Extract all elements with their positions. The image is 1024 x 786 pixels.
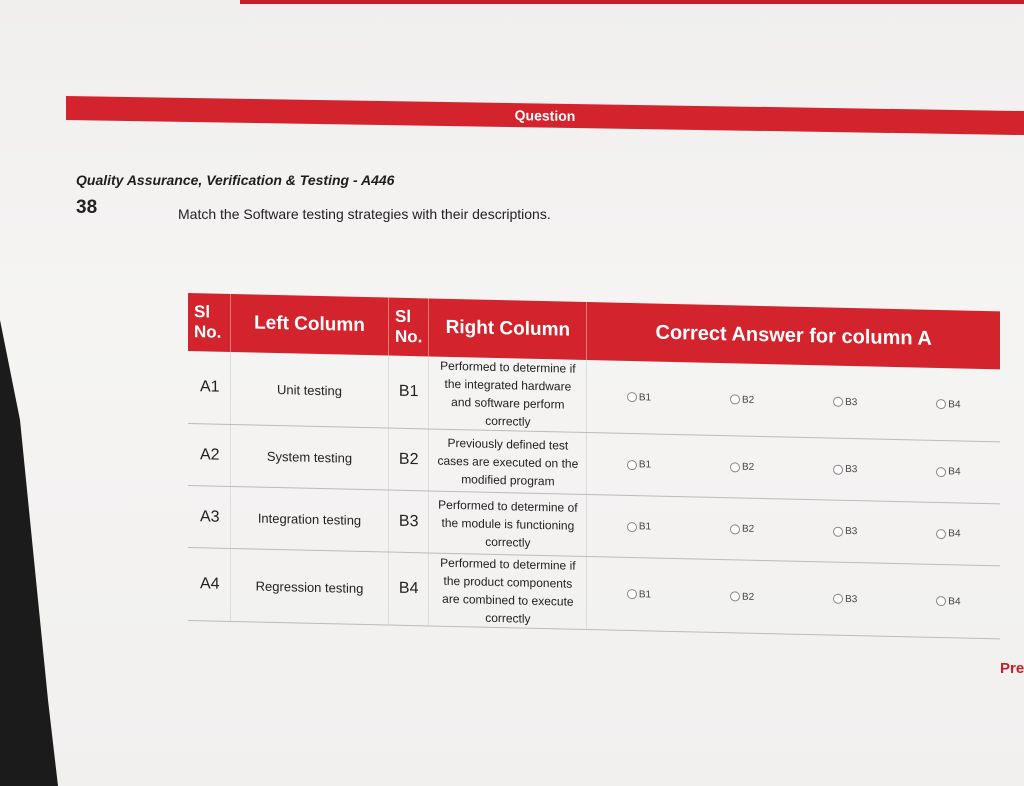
row-b-id: B4 xyxy=(388,552,429,626)
row-right-text: Performed to determine if the product co… xyxy=(428,552,587,630)
option-label: B2 xyxy=(741,523,755,535)
option-label: B4 xyxy=(948,466,961,478)
option-label: B2 xyxy=(741,591,755,603)
answer-option-b2[interactable]: B2 xyxy=(702,393,782,406)
radio-icon[interactable] xyxy=(833,464,844,475)
row-right-text: Previously defined test cases are execut… xyxy=(428,428,587,495)
radio-icon[interactable] xyxy=(626,391,637,403)
option-label: B2 xyxy=(741,394,755,406)
header-sl-no-left: Sl No. xyxy=(188,293,231,352)
option-label: B4 xyxy=(948,398,961,411)
answer-option-b4[interactable]: B4 xyxy=(908,465,988,478)
header-left-column: Left Column xyxy=(230,293,389,356)
radio-icon[interactable] xyxy=(626,521,637,532)
row-a-id: A3 xyxy=(188,485,231,549)
answer-option-b4[interactable]: B4 xyxy=(908,595,988,608)
answer-option-b4[interactable]: B4 xyxy=(908,398,988,411)
radio-icon[interactable] xyxy=(833,396,844,407)
radio-icon[interactable] xyxy=(626,588,637,600)
radio-icon[interactable] xyxy=(729,523,740,535)
row-left-text: System testing xyxy=(230,424,389,491)
row-left-text: Regression testing xyxy=(230,548,389,626)
answer-option-b3[interactable]: B3 xyxy=(805,463,885,476)
subject-title: Quality Assurance, Verification & Testin… xyxy=(76,172,395,188)
answer-option-b2[interactable]: B2 xyxy=(702,523,782,536)
screen: Question Quality Assurance, Verification… xyxy=(0,0,1024,786)
question-bar-title: Question xyxy=(514,107,576,125)
row-answer-options: B1 B2 B3 B4 xyxy=(586,432,1000,504)
question-text: Match the Software testing strategies wi… xyxy=(178,206,551,222)
option-label: B4 xyxy=(948,528,961,540)
row-right-text: Performed to determine of the module is … xyxy=(428,490,587,557)
radio-icon[interactable] xyxy=(626,459,637,470)
row-left-text: Unit testing xyxy=(230,351,389,429)
row-a-id: A4 xyxy=(188,547,231,622)
row-a-id: A1 xyxy=(188,351,231,425)
row-b-id: B2 xyxy=(388,428,429,491)
row-answer-options: B1 B2 B3 B4 xyxy=(586,494,1000,566)
top-accent-line xyxy=(240,0,1024,4)
answer-option-b1[interactable]: B1 xyxy=(599,458,679,471)
answer-option-b1[interactable]: B1 xyxy=(599,391,679,404)
radio-icon[interactable] xyxy=(729,394,740,405)
radio-icon[interactable] xyxy=(936,466,947,477)
option-label: B1 xyxy=(638,459,652,471)
option-label: B2 xyxy=(741,461,755,473)
row-left-text: Integration testing xyxy=(230,486,389,553)
question-header-bar: Question xyxy=(66,96,1024,136)
answer-option-b4[interactable]: B4 xyxy=(908,527,988,540)
row-answer-options: B1 B2 B3 B4 xyxy=(586,556,1000,639)
answer-option-b3[interactable]: B3 xyxy=(805,396,885,409)
radio-icon[interactable] xyxy=(833,593,844,604)
answer-option-b3[interactable]: B3 xyxy=(805,593,885,606)
option-label: B3 xyxy=(845,593,858,605)
radio-icon[interactable] xyxy=(936,595,947,607)
option-label: B3 xyxy=(845,396,858,408)
question-number: 38 xyxy=(76,197,98,218)
row-b-id: B3 xyxy=(388,490,429,553)
option-label: B4 xyxy=(948,595,961,608)
option-label: B3 xyxy=(845,525,858,538)
previous-button[interactable]: Pre xyxy=(1000,660,1024,677)
row-b-id: B1 xyxy=(388,355,429,429)
match-table: Sl No. Left Column Sl No. Right Column C… xyxy=(188,293,1000,639)
answer-option-b3[interactable]: B3 xyxy=(805,525,885,538)
radio-icon[interactable] xyxy=(936,398,947,410)
row-answer-options: B1 B2 B3 B4 xyxy=(586,360,1000,442)
header-sl-no-right: Sl No. xyxy=(388,297,429,357)
option-label: B3 xyxy=(845,463,858,476)
radio-icon[interactable] xyxy=(729,591,740,602)
row-right-text: Performed to determine if the integrated… xyxy=(428,356,587,433)
row-a-id: A2 xyxy=(188,423,231,487)
answer-option-b1[interactable]: B1 xyxy=(599,520,679,533)
header-right-column: Right Column xyxy=(428,298,587,361)
option-label: B1 xyxy=(638,588,652,601)
header-correct-answer: Correct Answer for column A xyxy=(586,302,1000,370)
answer-option-b2[interactable]: B2 xyxy=(702,461,782,474)
answer-option-b2[interactable]: B2 xyxy=(702,590,782,603)
answer-option-b1[interactable]: B1 xyxy=(599,588,679,601)
radio-icon[interactable] xyxy=(833,526,844,537)
option-label: B1 xyxy=(638,521,652,533)
radio-icon[interactable] xyxy=(729,461,740,473)
match-table-wrapper: Sl No. Left Column Sl No. Right Column C… xyxy=(188,293,1000,639)
option-label: B1 xyxy=(638,391,652,404)
radio-icon[interactable] xyxy=(936,528,947,539)
